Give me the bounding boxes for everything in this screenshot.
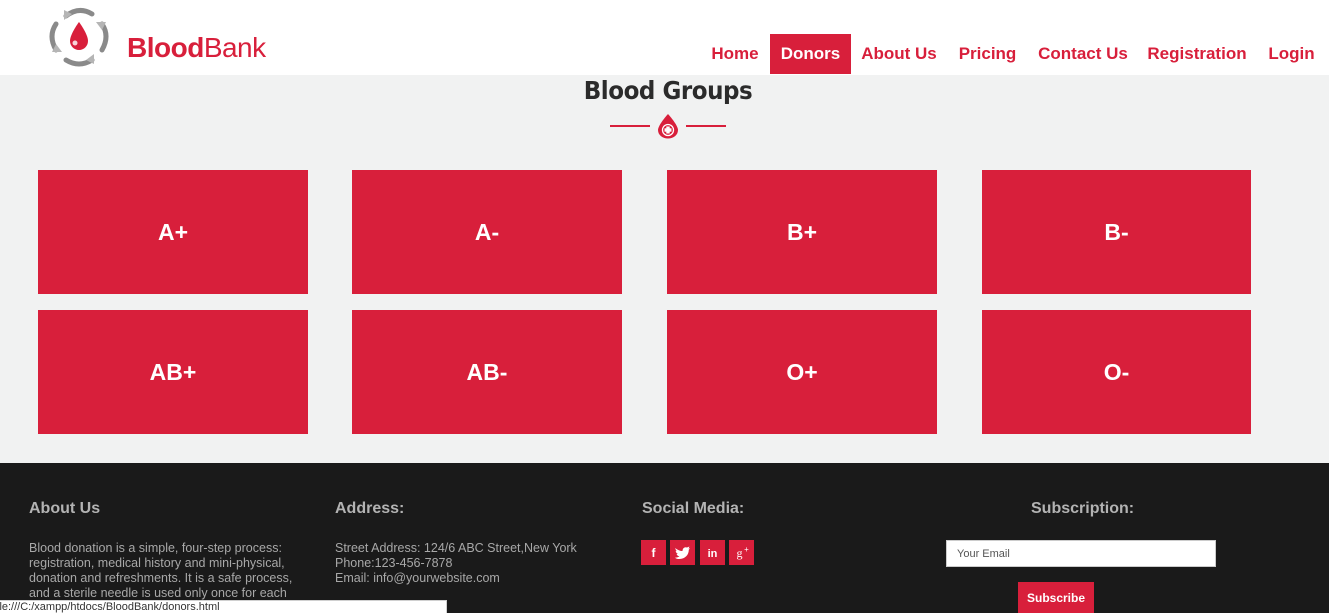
site-header: BloodBank Home Donors About Us Pricing C… — [0, 0, 1329, 75]
nav-home[interactable]: Home — [703, 34, 767, 74]
footer-phone: Phone:123-456-7878 — [335, 556, 453, 570]
blood-group-card-b-positive[interactable]: B+ — [667, 170, 937, 294]
blood-group-card-b-negative[interactable]: B- — [982, 170, 1251, 294]
nav-login[interactable]: Login — [1262, 34, 1321, 74]
facebook-icon[interactable]: f — [641, 540, 666, 565]
svg-text:f: f — [652, 546, 657, 560]
footer-about-line: donation and refreshments. It is a safe … — [29, 571, 293, 585]
footer-about-line: registration, medical history and mini-p… — [29, 556, 285, 570]
status-url: ile:///C:/xampp/htdocs/BloodBank/donors.… — [0, 601, 220, 613]
footer-about-line: and a sterile needle is used only once f… — [29, 586, 287, 600]
blood-group-card-o-negative[interactable]: O- — [982, 310, 1251, 434]
footer-address-heading: Address: — [335, 500, 405, 517]
brand-name-regular: Bank — [203, 32, 266, 63]
svg-text:+: + — [744, 545, 749, 554]
twitter-icon[interactable] — [670, 540, 695, 565]
footer-address-text: Street Address: 124/6 ABC Street,New Yor… — [335, 541, 625, 586]
brand-name[interactable]: BloodBank — [127, 32, 266, 64]
subscription-email-input[interactable] — [946, 540, 1216, 567]
blood-group-card-o-positive[interactable]: O+ — [667, 310, 937, 434]
brand-name-bold: Blood — [127, 32, 204, 63]
nav-registration[interactable]: Registration — [1143, 34, 1251, 74]
linkedin-icon[interactable]: in — [700, 540, 725, 565]
nav-donors[interactable]: Donors — [770, 34, 851, 74]
footer-about-line: Blood donation is a simple, four-step pr… — [29, 541, 282, 555]
section-title: Blood Groups — [583, 76, 753, 105]
footer-subscription-heading: Subscription: — [1031, 500, 1135, 517]
footer-social-heading: Social Media: — [642, 500, 745, 517]
nav-about-us[interactable]: About Us — [856, 34, 942, 74]
google-plus-icon[interactable]: g + — [729, 540, 754, 565]
site-footer: About Us Blood donation is a simple, fou… — [0, 463, 1329, 613]
svg-text:g: g — [737, 546, 743, 560]
blood-group-card-a-negative[interactable]: A- — [352, 170, 622, 294]
footer-about-heading: About Us — [29, 500, 101, 517]
footer-street-address: Street Address: 124/6 ABC Street,New Yor… — [335, 541, 577, 555]
browser-status-bar: ile:///C:/xampp/htdocs/BloodBank/donors.… — [0, 600, 447, 613]
footer-email: Email: info@yourwebsite.com — [335, 571, 500, 585]
nav-contact-us[interactable]: Contact Us — [1033, 34, 1133, 74]
footer-about-text: Blood donation is a simple, four-step pr… — [29, 541, 319, 601]
svg-text:in: in — [708, 548, 718, 560]
blood-drop-logo-icon[interactable] — [44, 4, 114, 68]
blood-group-card-ab-negative[interactable]: AB- — [352, 310, 622, 434]
blood-group-card-ab-positive[interactable]: AB+ — [38, 310, 308, 434]
nav-pricing[interactable]: Pricing — [952, 34, 1023, 74]
blood-drop-divider-icon — [610, 114, 726, 139]
blood-group-card-a-positive[interactable]: A+ — [38, 170, 308, 294]
subscribe-button[interactable]: Subscribe — [1018, 582, 1094, 613]
